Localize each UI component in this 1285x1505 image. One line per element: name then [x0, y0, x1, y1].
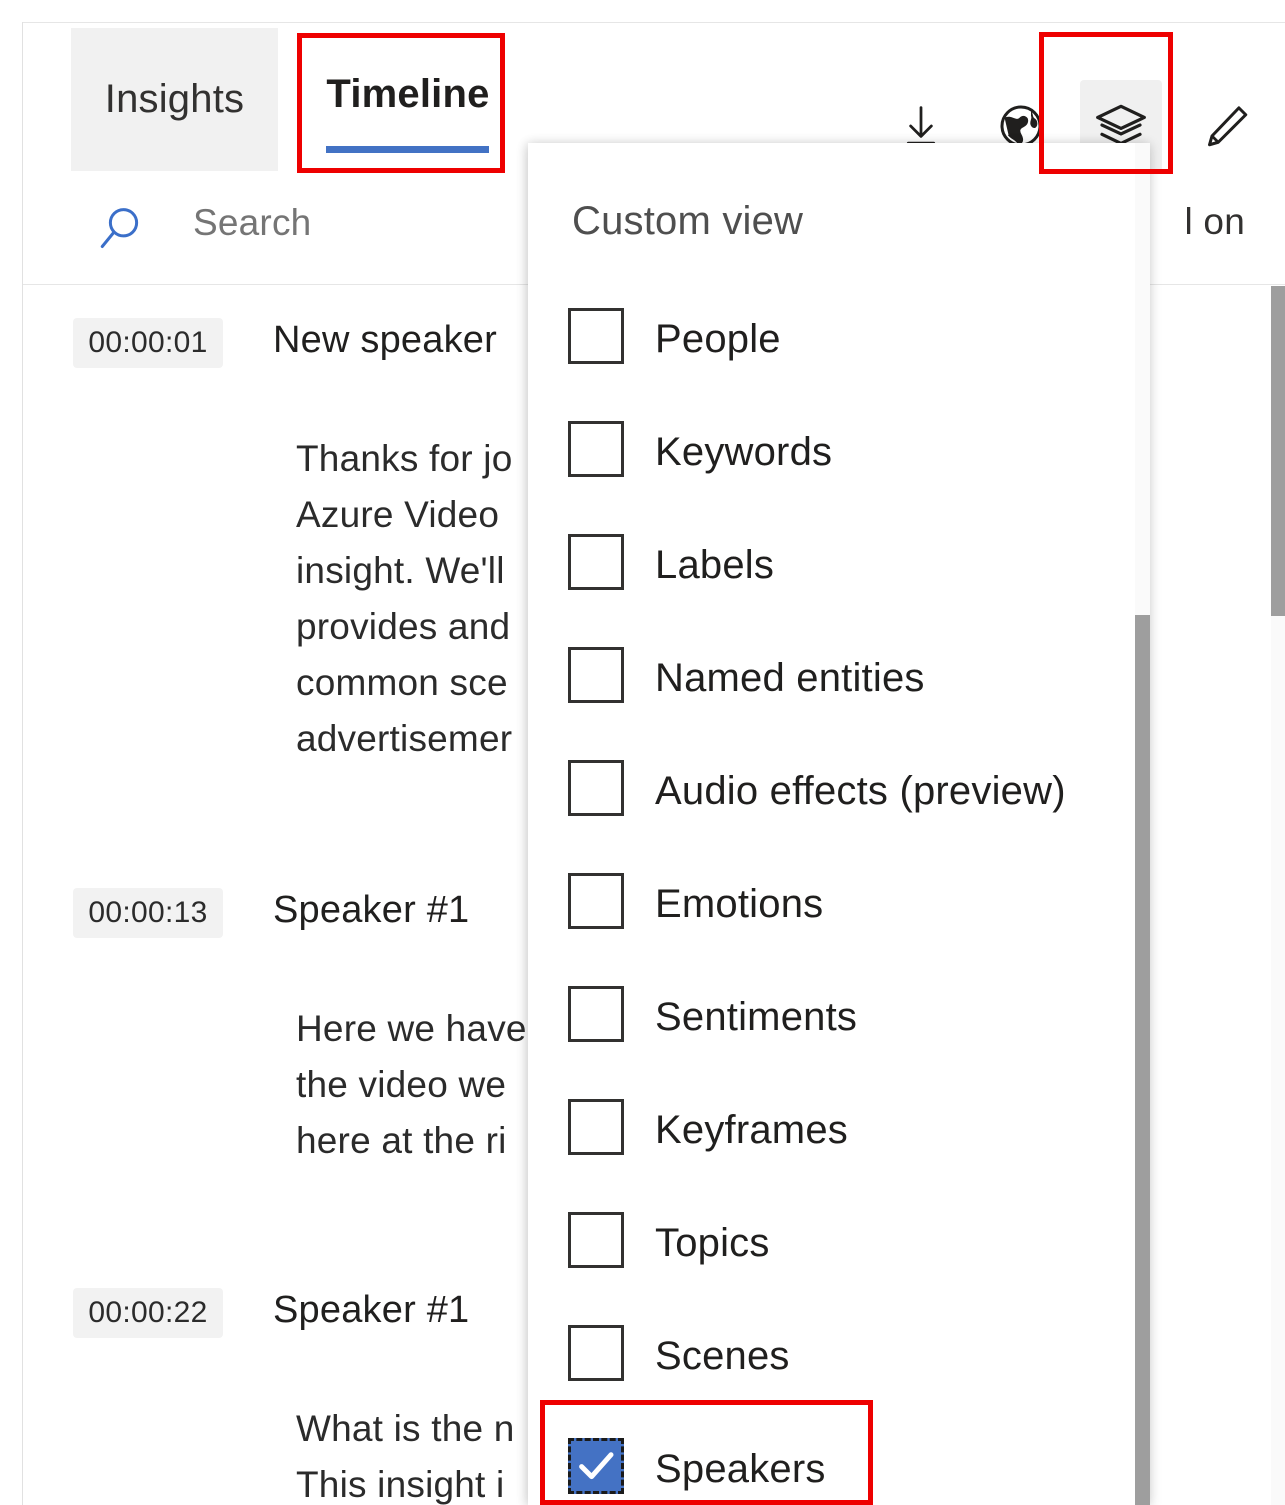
checkbox-unchecked-icon[interactable] — [568, 1212, 624, 1268]
tab-selected-indicator — [326, 146, 489, 153]
checkbox-unchecked-icon[interactable] — [568, 1325, 624, 1381]
custom-view-option-audio-effects-preview[interactable]: Audio effects (preview) — [528, 735, 1150, 848]
window-top-band — [0, 0, 1285, 23]
custom-view-option-keywords[interactable]: Keywords — [528, 396, 1150, 509]
custom-view-option-label: Scenes — [655, 1334, 790, 1378]
checkbox-unchecked-icon[interactable] — [568, 760, 624, 816]
custom-view-option-list: People Keywords Labels Named entities Audio … — [528, 283, 1150, 1505]
custom-view-option-emotions[interactable]: Emotions — [528, 848, 1150, 961]
search-bar-trailing-text: l on — [1184, 201, 1245, 242]
custom-view-option-label: Audio effects (preview) — [655, 769, 1066, 813]
page-scrollbar-thumb[interactable] — [1271, 286, 1285, 616]
speaker-label: New speaker — [273, 319, 497, 361]
checkbox-unchecked-icon[interactable] — [568, 1099, 624, 1155]
custom-view-option-keyframes[interactable]: Keyframes — [528, 1074, 1150, 1187]
custom-view-option-label: Emotions — [655, 882, 824, 926]
checkbox-checked-icon[interactable] — [568, 1438, 624, 1494]
checkbox-unchecked-icon[interactable] — [568, 647, 624, 703]
custom-view-option-label: Topics — [655, 1221, 770, 1265]
dropdown-scrollbar-track[interactable] — [1135, 143, 1150, 1505]
checkbox-unchecked-icon[interactable] — [568, 986, 624, 1042]
dropdown-scrollbar-thumb[interactable] — [1135, 615, 1150, 1505]
checkbox-unchecked-icon[interactable] — [568, 421, 624, 477]
custom-view-option-label: Keyframes — [655, 1108, 848, 1152]
custom-view-option-scenes[interactable]: Scenes — [528, 1300, 1150, 1413]
checkbox-unchecked-icon[interactable] — [568, 873, 624, 929]
custom-view-option-label: Labels — [655, 543, 775, 587]
pencil-icon[interactable] — [1191, 90, 1263, 162]
tab-timeline-label: Timeline — [326, 72, 490, 116]
checkbox-unchecked-icon[interactable] — [568, 534, 624, 590]
custom-view-option-label: Speakers — [655, 1447, 826, 1491]
left-rail — [0, 22, 23, 1505]
custom-view-option-sentiments[interactable]: Sentiments — [528, 961, 1150, 1074]
custom-view-option-label: Keywords — [655, 430, 833, 474]
page-scrollbar-track[interactable] — [1271, 286, 1285, 1505]
tab-timeline[interactable]: Timeline — [297, 28, 519, 171]
timestamp-badge[interactable]: 00:00:22 — [73, 1288, 223, 1338]
custom-view-option-named-entities[interactable]: Named entities — [528, 622, 1150, 735]
tab-insights[interactable]: Insights — [71, 28, 278, 171]
search-icon — [96, 204, 146, 254]
timestamp-badge[interactable]: 00:00:01 — [73, 318, 223, 368]
custom-view-option-labels[interactable]: Labels — [528, 509, 1150, 622]
custom-view-option-label: Sentiments — [655, 995, 858, 1039]
custom-view-option-topics[interactable]: Topics — [528, 1187, 1150, 1300]
custom-view-title: Custom view — [572, 199, 804, 243]
search-input[interactable] — [191, 201, 525, 245]
app-root: Insights Timeline Search l on 00:00:01 N… — [0, 0, 1285, 1505]
custom-view-dropdown: Custom view People Keywords Labels Named en… — [528, 143, 1150, 1505]
speaker-label: Speaker #1 — [273, 1289, 470, 1331]
custom-view-option-label: Named entities — [655, 656, 925, 700]
timestamp-badge[interactable]: 00:00:13 — [73, 888, 223, 938]
checkbox-unchecked-icon[interactable] — [568, 308, 624, 364]
custom-view-option-label: People — [655, 317, 781, 361]
custom-view-option-speakers[interactable]: Speakers — [528, 1413, 1150, 1505]
tab-insights-label: Insights — [104, 77, 245, 121]
custom-view-option-people[interactable]: People — [528, 283, 1150, 396]
speaker-label: Speaker #1 — [273, 889, 470, 931]
